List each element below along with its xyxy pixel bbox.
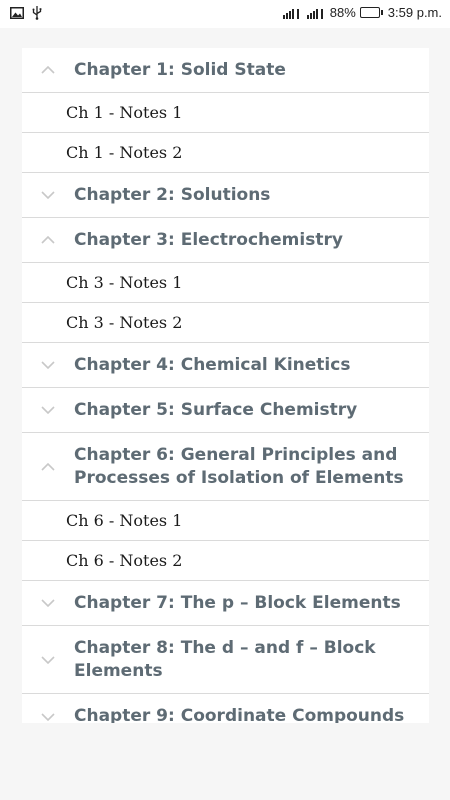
note-label: Ch 3 - Notes 1: [66, 273, 183, 292]
status-bar: 88% 3:59 p.m.: [0, 0, 450, 28]
chapter-header[interactable]: Chapter 1: Solid State: [22, 48, 429, 93]
chapter-header[interactable]: Chapter 3: Electrochemistry: [22, 218, 429, 263]
chapter-header[interactable]: Chapter 5: Surface Chemistry: [22, 388, 429, 433]
chevron-down-icon: [22, 655, 74, 664]
chevron-down-icon: [22, 712, 74, 721]
signal-icon: [282, 7, 299, 19]
chapter-title: Chapter 4: Chemical Kinetics: [74, 354, 351, 375]
status-indicators: 88% 3:59 p.m.: [282, 5, 442, 20]
chevron-down-icon: [22, 191, 74, 199]
chapter-header[interactable]: Chapter 8: The d – and f – Block Element…: [22, 626, 429, 694]
note-item[interactable]: Ch 6 - Notes 1: [22, 501, 429, 541]
chapter-title: Chapter 8: The d – and f – Block Element…: [74, 637, 376, 681]
note-label: Ch 1 - Notes 1: [66, 103, 183, 122]
chapter-title: Chapter 2: Solutions: [74, 184, 271, 205]
note-item[interactable]: Ch 3 - Notes 2: [22, 303, 429, 343]
chapter-title: Chapter 3: Electrochemistry: [74, 229, 343, 250]
chevron-up-icon: [22, 66, 74, 74]
note-label: Ch 1 - Notes 2: [66, 143, 183, 162]
note-label: Ch 3 - Notes 2: [66, 313, 183, 332]
note-item[interactable]: Ch 1 - Notes 1: [22, 93, 429, 133]
chevron-down-icon: [22, 599, 74, 607]
chapter-header[interactable]: Chapter 2: Solutions: [22, 173, 429, 218]
signal-icon: [306, 7, 323, 19]
chevron-down-icon: [22, 406, 74, 414]
chevron-down-icon: [22, 361, 74, 369]
chapter-title: Chapter 5: Surface Chemistry: [74, 399, 358, 420]
chapter-title: Chapter 7: The p – Block Elements: [74, 592, 401, 613]
notification-icons: [10, 6, 42, 20]
note-item[interactable]: Ch 3 - Notes 1: [22, 263, 429, 303]
chevron-up-icon: [22, 462, 74, 471]
chapter-header[interactable]: Chapter 6: General Principles and Proces…: [22, 433, 429, 501]
chapter-title: Chapter 1: Solid State: [74, 59, 286, 80]
note-label: Ch 6 - Notes 1: [66, 511, 183, 530]
image-icon: [10, 7, 24, 19]
note-item[interactable]: Ch 1 - Notes 2: [22, 133, 429, 173]
chapter-title: Chapter 6: General Principles and Proces…: [74, 444, 404, 488]
chapter-header[interactable]: Chapter 4: Chemical Kinetics: [22, 343, 429, 388]
battery-icon: [359, 7, 383, 18]
clock: 3:59 p.m.: [387, 5, 442, 20]
note-item[interactable]: Ch 6 - Notes 2: [22, 541, 429, 581]
chapter-title: Chapter 9: Coordinate Compounds: [74, 706, 405, 723]
battery-percent: 88%: [329, 5, 356, 20]
chevron-up-icon: [22, 236, 74, 244]
note-label: Ch 6 - Notes 2: [66, 551, 183, 570]
chapter-header[interactable]: Chapter 9: Coordinate Compounds: [22, 694, 429, 723]
chapter-header[interactable]: Chapter 7: The p – Block Elements: [22, 581, 429, 626]
chapter-list: Chapter 1: Solid State Ch 1 - Notes 1 Ch…: [22, 48, 429, 723]
usb-icon: [32, 6, 42, 20]
